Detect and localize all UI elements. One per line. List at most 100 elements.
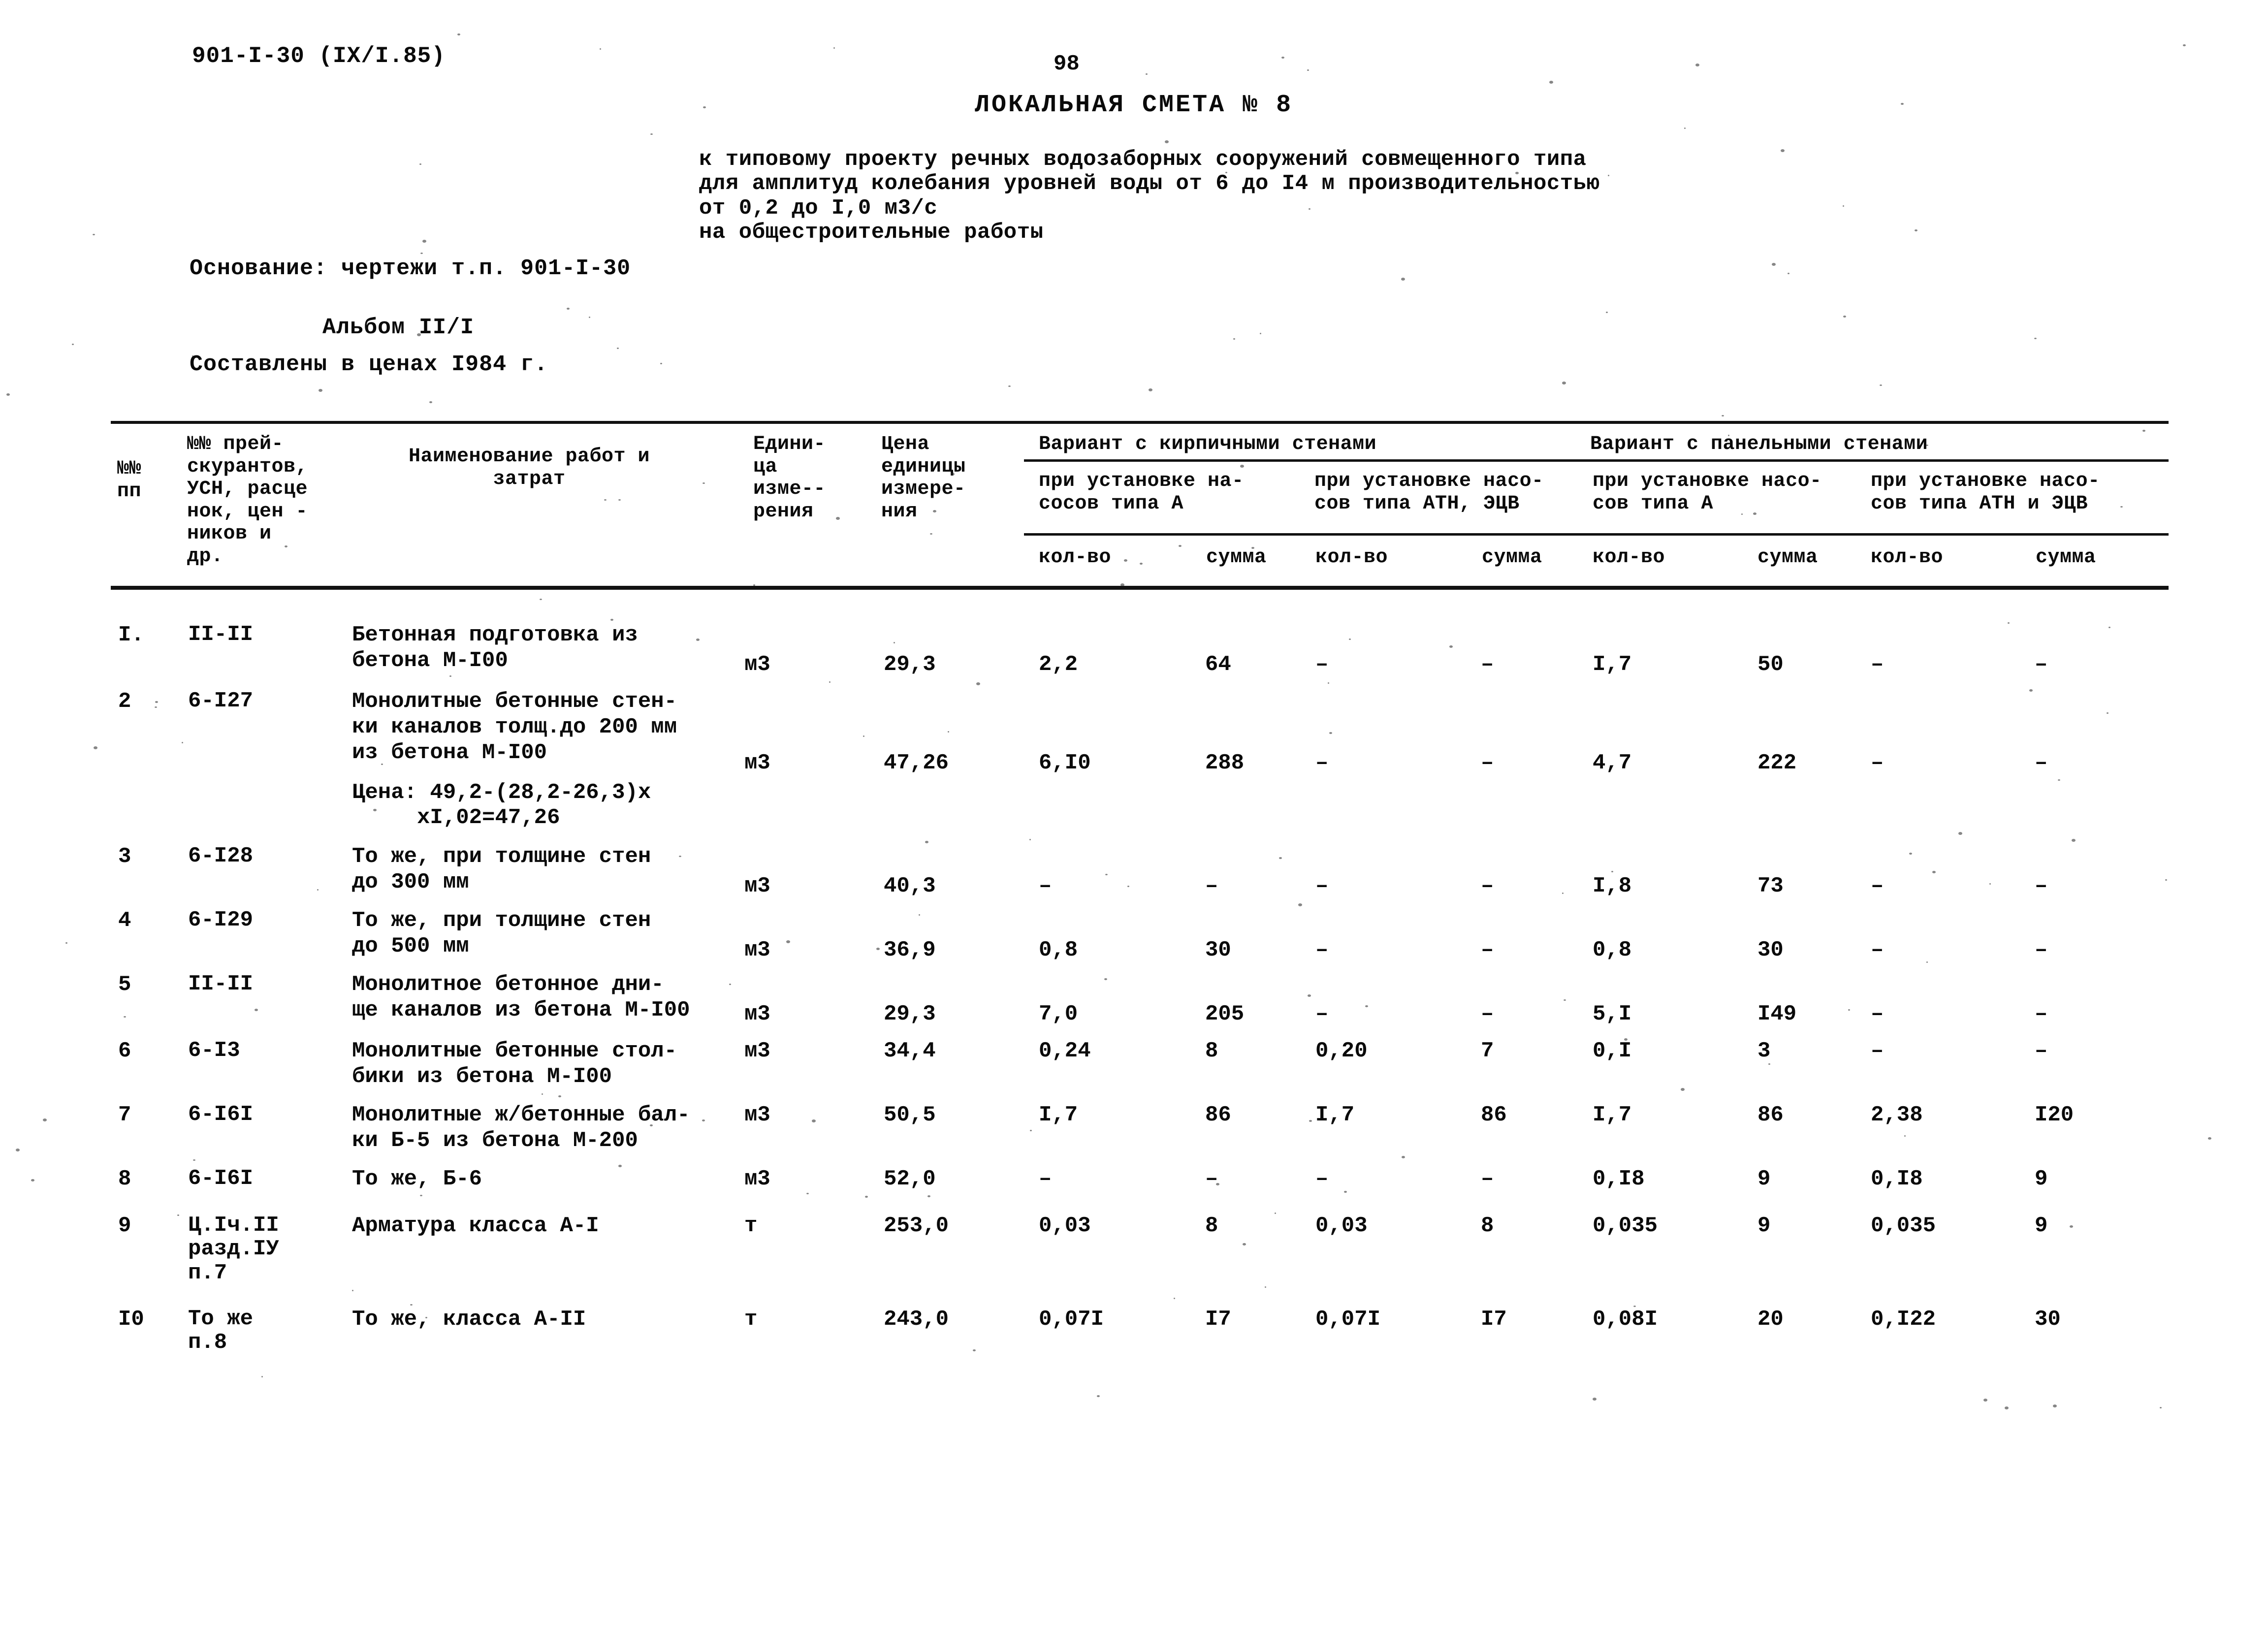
row-qty-panel-atn: – — [1871, 938, 1884, 962]
row-qty-brick-a: 0,8 — [1039, 938, 1078, 962]
scan-speckle — [806, 1193, 809, 1194]
row-description: Монолитные бетонные стен- ки каналов тол… — [352, 689, 677, 765]
row-qty-brick-atn: – — [1315, 874, 1329, 898]
row-code: II-II — [188, 622, 254, 647]
page-title: ЛОКАЛЬНАЯ СМЕТА № 8 — [975, 91, 1293, 119]
scan-speckle — [261, 1376, 263, 1377]
column-header-price: Цена единицы измере- ния — [881, 433, 966, 523]
row-qty-panel-a: 0,8 — [1593, 938, 1632, 962]
scan-speckle — [1243, 1243, 1246, 1245]
row-sum-brick-a: 288 — [1205, 751, 1245, 775]
row-qty-panel-atn: 0,035 — [1871, 1213, 1936, 1238]
leaf-header-qty-2: кол-во — [1315, 546, 1388, 569]
row-sum-panel-a: 9 — [1757, 1213, 1771, 1238]
row-qty-panel-atn: 0,I8 — [1871, 1167, 1923, 1191]
scan-speckle — [1165, 140, 1169, 143]
row-code: 6-I28 — [188, 844, 254, 868]
scan-speckle — [617, 348, 619, 349]
scan-speckle — [833, 47, 835, 49]
row-description: Бетонная подготовка из бетона М-I00 — [352, 623, 638, 673]
row-sum-panel-a: 3 — [1757, 1039, 1771, 1063]
scan-speckle — [285, 545, 287, 547]
scan-speckle — [1728, 435, 1729, 436]
scan-speckle — [1843, 316, 1846, 318]
scan-speckle — [753, 584, 755, 586]
row-qty-panel-atn: – — [1871, 1002, 1884, 1026]
scan-speckle — [1781, 149, 1785, 152]
row-unit: т — [744, 1307, 758, 1332]
row-sum-brick-atn: – — [1481, 751, 1494, 775]
scan-speckle — [1741, 513, 1743, 515]
row-sum-panel-a: 86 — [1757, 1103, 1784, 1127]
row-sum-panel-atn: 9 — [2035, 1167, 2048, 1191]
scan-speckle — [1349, 638, 1351, 640]
scan-speckle — [2107, 712, 2108, 714]
scan-speckle — [876, 948, 880, 950]
scan-speckle — [381, 764, 383, 765]
row-sum-brick-atn: I7 — [1481, 1307, 1507, 1332]
row-unit: м3 — [744, 1103, 770, 1127]
scan-speckle — [604, 499, 607, 501]
row-unit-price: 50,5 — [884, 1103, 936, 1127]
page-number: 98 — [1054, 52, 1080, 76]
scan-speckle — [1067, 1043, 1070, 1046]
row-number: I. — [118, 623, 144, 647]
scan-speckle — [1449, 645, 1453, 648]
scan-speckle — [2070, 1225, 2073, 1228]
row-unit: м3 — [744, 1039, 770, 1063]
row-description: Монолитные ж/бетонные бал- ки Б-5 из бет… — [352, 1103, 690, 1153]
scan-speckle — [1329, 732, 1332, 734]
scan-speckle — [155, 701, 158, 703]
scan-speckle — [420, 1195, 422, 1196]
document-code: 901-I-30 (IX/I.85) — [192, 43, 446, 69]
row-qty-panel-atn: – — [1871, 1039, 1884, 1063]
scan-speckle — [1562, 893, 1564, 894]
scan-speckle — [72, 344, 74, 345]
scan-speckle — [1120, 583, 1124, 586]
scan-speckle — [540, 599, 542, 600]
row-qty-brick-a: 7,0 — [1039, 1002, 1078, 1026]
scan-speckle — [888, 486, 890, 488]
scan-speckle — [1904, 1135, 1906, 1137]
scan-speckle — [829, 681, 831, 683]
scan-speckle — [799, 163, 803, 165]
scan-speckle — [1633, 1306, 1636, 1307]
row-unit-price: 40,3 — [884, 874, 936, 898]
row-qty-brick-atn: 0,03 — [1315, 1213, 1368, 1238]
scan-speckle — [973, 1349, 976, 1351]
scan-speckle — [1772, 263, 1776, 266]
row-sum-panel-atn: – — [2035, 938, 2048, 962]
row-description: Монолитное бетонное дни- ще каналов из б… — [352, 972, 690, 1022]
scan-speckle — [1008, 385, 1011, 387]
scan-speckle — [449, 675, 451, 677]
row-sum-brick-atn: – — [1481, 938, 1494, 962]
column-header-number: №№ пп — [117, 458, 142, 503]
scan-speckle — [317, 889, 319, 891]
subgroup-header-panel-atn: при установке насо- сов типа АТН и ЭЦВ — [1871, 470, 2100, 515]
row-number: 6 — [118, 1039, 131, 1063]
leaf-header-sum-1: сумма — [1206, 546, 1267, 569]
row-qty-panel-atn: – — [1871, 652, 1884, 677]
scan-speckle — [192, 355, 193, 357]
row-sum-panel-atn: – — [2035, 652, 2048, 677]
scan-speckle — [420, 253, 423, 254]
row-unit: м3 — [744, 874, 770, 898]
scan-speckle — [2165, 879, 2167, 881]
scan-speckle — [2072, 839, 2076, 842]
scan-speckle — [43, 1118, 47, 1121]
scan-speckle — [2008, 622, 2010, 624]
scan-speckle — [1926, 445, 1928, 446]
scan-speckle — [1753, 512, 1757, 515]
subtitle-block: к типовому проекту речных водозаборных с… — [699, 147, 1600, 245]
row-qty-brick-a: I,7 — [1039, 1103, 1078, 1127]
leaf-header-qty-3: кол-во — [1593, 546, 1665, 569]
column-header-unit: Едини- ца изме-- рения — [753, 433, 826, 523]
row-sum-panel-atn: – — [2035, 751, 2048, 775]
scan-speckle — [703, 482, 705, 484]
row-sum-panel-atn: – — [2035, 1002, 2048, 1026]
row-qty-panel-a: I,8 — [1593, 874, 1632, 898]
scan-speckle — [352, 1290, 353, 1291]
row-qty-brick-atn: 0,07I — [1315, 1307, 1381, 1332]
scan-speckle — [1309, 1120, 1312, 1122]
scan-speckle — [618, 1165, 622, 1167]
